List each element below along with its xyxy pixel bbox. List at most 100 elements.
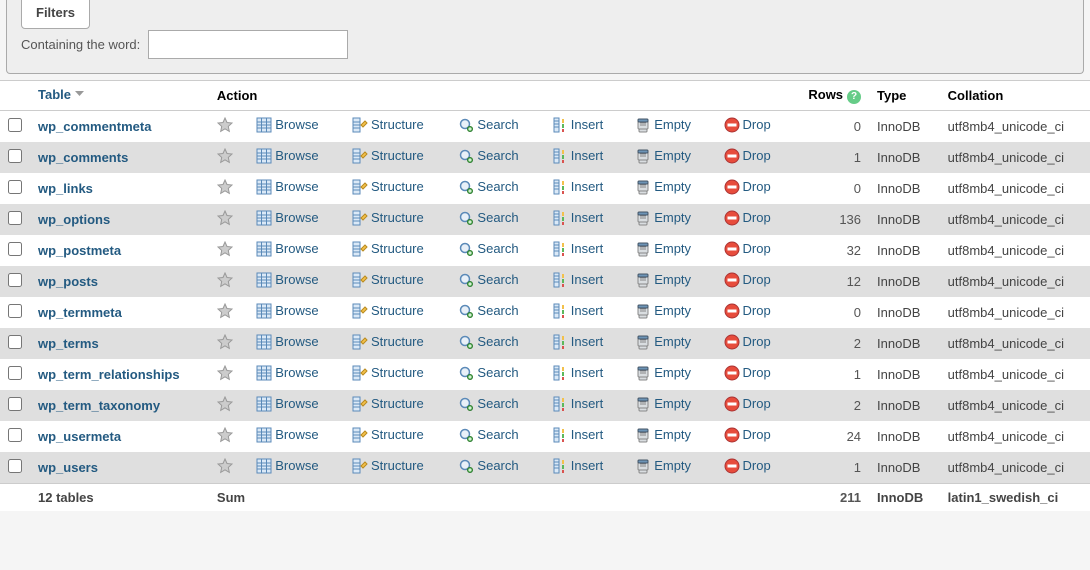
drop-action[interactable]: Drop [721, 365, 774, 381]
insert-action[interactable]: Insert [549, 210, 607, 226]
table-name-link[interactable]: wp_termmeta [38, 305, 122, 320]
browse-action[interactable]: Browse [253, 365, 321, 381]
drop-action[interactable]: Drop [721, 210, 774, 226]
drop-action[interactable]: Drop [721, 148, 774, 164]
row-checkbox[interactable] [8, 242, 22, 256]
col-rows[interactable]: Rows? [791, 81, 869, 111]
browse-action[interactable]: Browse [253, 303, 321, 319]
structure-action[interactable]: Structure [349, 272, 427, 288]
structure-action[interactable]: Structure [349, 303, 427, 319]
row-checkbox[interactable] [8, 118, 22, 132]
row-checkbox[interactable] [8, 180, 22, 194]
browse-action[interactable]: Browse [253, 458, 321, 474]
search-action[interactable]: Search [455, 117, 521, 133]
filter-input[interactable] [148, 30, 348, 59]
insert-action[interactable]: Insert [549, 427, 607, 443]
table-name-link[interactable]: wp_users [38, 460, 98, 475]
col-type[interactable]: Type [869, 81, 940, 111]
row-checkbox[interactable] [8, 397, 22, 411]
empty-action[interactable]: Empty [632, 334, 694, 350]
filters-tab[interactable]: Filters [21, 0, 90, 29]
insert-action[interactable]: Insert [549, 396, 607, 412]
empty-action[interactable]: Empty [632, 396, 694, 412]
table-name-link[interactable]: wp_postmeta [38, 243, 121, 258]
row-checkbox[interactable] [8, 428, 22, 442]
empty-action[interactable]: Empty [632, 117, 694, 133]
drop-action[interactable]: Drop [721, 117, 774, 133]
drop-action[interactable]: Drop [721, 241, 774, 257]
structure-action[interactable]: Structure [349, 148, 427, 164]
favorite-star-icon[interactable] [217, 245, 233, 260]
table-name-link[interactable]: wp_term_relationships [38, 367, 180, 382]
browse-action[interactable]: Browse [253, 179, 321, 195]
empty-action[interactable]: Empty [632, 241, 694, 257]
drop-action[interactable]: Drop [721, 334, 774, 350]
rows-help-icon[interactable]: ? [847, 90, 861, 104]
browse-action[interactable]: Browse [253, 396, 321, 412]
structure-action[interactable]: Structure [349, 365, 427, 381]
browse-action[interactable]: Browse [253, 334, 321, 350]
search-action[interactable]: Search [455, 365, 521, 381]
row-checkbox[interactable] [8, 366, 22, 380]
row-checkbox[interactable] [8, 149, 22, 163]
structure-action[interactable]: Structure [349, 458, 427, 474]
empty-action[interactable]: Empty [632, 458, 694, 474]
drop-action[interactable]: Drop [721, 396, 774, 412]
search-action[interactable]: Search [455, 272, 521, 288]
row-checkbox[interactable] [8, 459, 22, 473]
row-checkbox[interactable] [8, 304, 22, 318]
favorite-star-icon[interactable] [217, 462, 233, 477]
empty-action[interactable]: Empty [632, 210, 694, 226]
insert-action[interactable]: Insert [549, 241, 607, 257]
table-name-link[interactable]: wp_comments [38, 150, 128, 165]
browse-action[interactable]: Browse [253, 117, 321, 133]
empty-action[interactable]: Empty [632, 303, 694, 319]
favorite-star-icon[interactable] [217, 338, 233, 353]
favorite-star-icon[interactable] [217, 214, 233, 229]
browse-action[interactable]: Browse [253, 148, 321, 164]
structure-action[interactable]: Structure [349, 117, 427, 133]
insert-action[interactable]: Insert [549, 458, 607, 474]
drop-action[interactable]: Drop [721, 458, 774, 474]
row-checkbox[interactable] [8, 335, 22, 349]
browse-action[interactable]: Browse [253, 272, 321, 288]
search-action[interactable]: Search [455, 334, 521, 350]
drop-action[interactable]: Drop [721, 427, 774, 443]
structure-action[interactable]: Structure [349, 334, 427, 350]
search-action[interactable]: Search [455, 427, 521, 443]
drop-action[interactable]: Drop [721, 272, 774, 288]
empty-action[interactable]: Empty [632, 272, 694, 288]
favorite-star-icon[interactable] [217, 121, 233, 136]
favorite-star-icon[interactable] [217, 183, 233, 198]
structure-action[interactable]: Structure [349, 427, 427, 443]
table-name-link[interactable]: wp_options [38, 212, 110, 227]
insert-action[interactable]: Insert [549, 365, 607, 381]
insert-action[interactable]: Insert [549, 272, 607, 288]
table-name-link[interactable]: wp_links [38, 181, 93, 196]
search-action[interactable]: Search [455, 179, 521, 195]
table-name-link[interactable]: wp_posts [38, 274, 98, 289]
browse-action[interactable]: Browse [253, 427, 321, 443]
favorite-star-icon[interactable] [217, 431, 233, 446]
empty-action[interactable]: Empty [632, 148, 694, 164]
empty-action[interactable]: Empty [632, 365, 694, 381]
favorite-star-icon[interactable] [217, 400, 233, 415]
favorite-star-icon[interactable] [217, 276, 233, 291]
favorite-star-icon[interactable] [217, 369, 233, 384]
insert-action[interactable]: Insert [549, 117, 607, 133]
empty-action[interactable]: Empty [632, 427, 694, 443]
insert-action[interactable]: Insert [549, 334, 607, 350]
col-collation[interactable]: Collation [940, 81, 1090, 111]
insert-action[interactable]: Insert [549, 148, 607, 164]
browse-action[interactable]: Browse [253, 241, 321, 257]
table-name-link[interactable]: wp_commentmeta [38, 119, 151, 134]
structure-action[interactable]: Structure [349, 210, 427, 226]
empty-action[interactable]: Empty [632, 179, 694, 195]
table-name-link[interactable]: wp_terms [38, 336, 99, 351]
search-action[interactable]: Search [455, 396, 521, 412]
search-action[interactable]: Search [455, 148, 521, 164]
table-name-link[interactable]: wp_term_taxonomy [38, 398, 160, 413]
insert-action[interactable]: Insert [549, 303, 607, 319]
row-checkbox[interactable] [8, 211, 22, 225]
search-action[interactable]: Search [455, 210, 521, 226]
